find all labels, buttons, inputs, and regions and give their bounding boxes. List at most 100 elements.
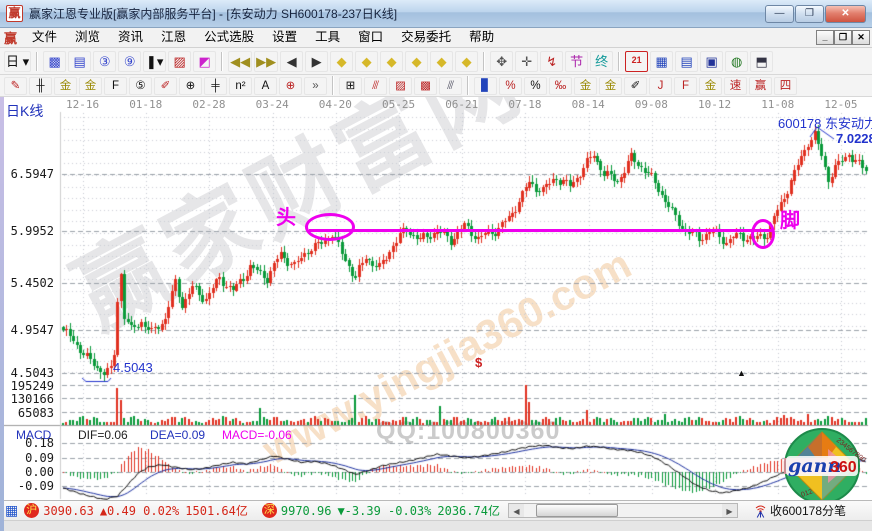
price-grid-button[interactable]: ╪ (204, 77, 227, 95)
panel-label-daily-kline[interactable]: 日K线 (6, 101, 43, 121)
horizontal-scrollbar[interactable]: ◀ ▶ (508, 503, 738, 518)
f-trend-line-button[interactable]: F (674, 77, 697, 95)
four-line-tool-button[interactable]: 四 (774, 77, 797, 95)
menu-bar: 赢 文件浏览资讯江恩公式选股设置工具窗口交易委托帮助 _ ❐ ✕ (0, 28, 872, 48)
fibonacci-grid-button[interactable]: F (104, 77, 127, 95)
grid-3-chart-button[interactable]: ③ (93, 51, 116, 72)
menu-item-file[interactable]: 文件 (23, 28, 66, 47)
more-tools-button[interactable]: » (304, 77, 327, 95)
gann-diamond-3-button[interactable]: ◆ (380, 51, 403, 72)
menu-item-settings[interactable]: 设置 (263, 28, 306, 47)
menu-item-browse[interactable]: 浏览 (66, 28, 109, 47)
prev-bar-button[interactable]: ◀ (280, 51, 303, 72)
price-axis-label: 5.4502 (0, 276, 54, 290)
gold-grid-1-button[interactable]: 金 (54, 77, 77, 95)
gann-diamond-6-button[interactable]: ◆ (455, 51, 478, 72)
foot-annotation-label[interactable]: 脚 (780, 204, 800, 233)
shade-grid-1-button[interactable]: ▨ (389, 77, 412, 95)
key-point-tool-button[interactable]: ↯ (540, 51, 563, 72)
maximize-button[interactable]: ❐ (795, 5, 824, 23)
chip-panel-button[interactable]: ▩ (43, 51, 66, 72)
grid-9-chart-button[interactable]: ⑨ (118, 51, 141, 72)
gann-grid-button[interactable]: ╫ (29, 77, 52, 95)
j-trend-line-button[interactable]: J (649, 77, 672, 95)
scroll-right-arrow[interactable]: ▶ (722, 504, 737, 517)
macd-hist-value: MACD=-0.06 (222, 428, 292, 442)
tick-view-label[interactable]: 收600178分笔 (770, 502, 846, 519)
close-button[interactable]: ✕ (825, 5, 866, 23)
last-page-button[interactable]: ▶▶ (254, 51, 278, 72)
text-label-tool-button[interactable]: A (254, 77, 277, 95)
pan-hand-tool-button[interactable]: ✥ (490, 51, 513, 72)
date-axis-label: 03-24 (256, 98, 289, 111)
chip-distribution-button[interactable]: ▨ (168, 51, 191, 72)
square-of-nine-button[interactable]: n² (229, 77, 252, 95)
speed-resistance-button[interactable]: 速 (724, 77, 747, 95)
shade-grid-2-button[interactable]: ▩ (414, 77, 437, 95)
gann-fan-button[interactable]: ⫻ (364, 77, 387, 95)
gold-trend-line-button[interactable]: 金 (699, 77, 722, 95)
festival-marker-button[interactable]: 节 (565, 51, 588, 72)
menu-item-window[interactable]: 窗口 (349, 28, 392, 47)
gold-grid-2-button[interactable]: 金 (79, 77, 102, 95)
target-circle-button[interactable]: ⊕ (279, 77, 302, 95)
candle-style-dropdown-button[interactable]: ❚▾ (143, 51, 166, 72)
web-link-button[interactable]: ◍ (725, 51, 748, 72)
draw-pen-button[interactable]: ✎ (4, 77, 27, 95)
five-section-grid-button[interactable]: ⑤ (129, 77, 152, 95)
gann-diamond-4-button[interactable]: ◆ (405, 51, 428, 72)
percent-retrace-2-button[interactable]: % (524, 77, 547, 95)
volume-profile-button[interactable]: ▊ (474, 77, 497, 95)
menu-item-trade-entrust[interactable]: 交易委托 (392, 28, 460, 47)
gann-diamond-1-button[interactable]: ◆ (330, 51, 353, 72)
crosshair-tool-button[interactable]: ✛ (515, 51, 538, 72)
menu-item-help[interactable]: 帮助 (460, 28, 503, 47)
scroll-left-arrow[interactable]: ◀ (509, 504, 524, 517)
box-tool-button[interactable]: ⊞ (339, 77, 362, 95)
head-ellipse-drawing[interactable] (305, 213, 355, 241)
toolbar-separator (618, 52, 620, 71)
menu-item-gann[interactable]: 江恩 (152, 28, 195, 47)
gold-section-1-button[interactable]: 金 (574, 77, 597, 95)
gann-wheel-button[interactable]: ⊕ (179, 77, 202, 95)
child-close-button[interactable]: ✕ (852, 30, 870, 45)
dollar-marker: $ (475, 355, 482, 370)
scrollbar-thumb[interactable] (536, 504, 618, 517)
percent-retrace-1-button[interactable]: % (499, 77, 522, 95)
end-marker-button[interactable]: 终 (590, 51, 613, 72)
period-daily-dropdown-button[interactable]: 日 ▾ (4, 51, 31, 72)
first-page-button[interactable]: ◀◀ (228, 51, 252, 72)
calendar-21-button[interactable]: 21 (625, 51, 648, 72)
f10-info-button[interactable]: ▤ (68, 51, 91, 72)
toolbar-separator (483, 52, 485, 71)
speed-lines-button[interactable]: ⫻ (439, 77, 462, 95)
menu-item-news[interactable]: 资讯 (109, 28, 152, 47)
date-axis-label: 01-18 (129, 98, 162, 111)
notepad-button[interactable]: ▤ (675, 51, 698, 72)
yingjia-tool-button[interactable]: 赢 (749, 77, 772, 95)
next-bar-button[interactable]: ▶ (305, 51, 328, 72)
calculator-button[interactable]: ▦ (650, 51, 673, 72)
remote-pc-button[interactable]: ⬒ (750, 51, 773, 72)
macd-indicator-label[interactable]: MACD (16, 428, 51, 442)
draw-pen-2-button[interactable]: ✐ (154, 77, 177, 95)
save-chart-button[interactable]: ▣ (700, 51, 723, 72)
child-restore-button[interactable]: ❐ (834, 30, 852, 45)
quote-grid-icon[interactable]: ▦ (5, 502, 18, 519)
child-minimize-button[interactable]: _ (816, 30, 834, 45)
scrollbar-track[interactable] (524, 504, 722, 517)
percent-lines-button[interactable]: ‰ (549, 77, 572, 95)
angle-pen-button[interactable]: ✐ (624, 77, 647, 95)
foot-ellipse-drawing[interactable] (751, 219, 775, 249)
menu-item-tools[interactable]: 工具 (306, 28, 349, 47)
gann-diamond-2-button[interactable]: ◆ (355, 51, 378, 72)
gann-diamond-5-button[interactable]: ◆ (430, 51, 453, 72)
head-annotation-label[interactable]: 头 (276, 201, 296, 230)
menu-item-formula-stock-pick[interactable]: 公式选股 (195, 28, 263, 47)
kline-chart-canvas[interactable] (0, 97, 872, 500)
minimize-button[interactable]: — (765, 5, 794, 23)
gold-section-2-button[interactable]: 金 (599, 77, 622, 95)
toolbar-separator (36, 52, 38, 71)
colored-kline-button[interactable]: ◩ (193, 51, 216, 72)
neckline-drawing[interactable] (309, 229, 772, 232)
